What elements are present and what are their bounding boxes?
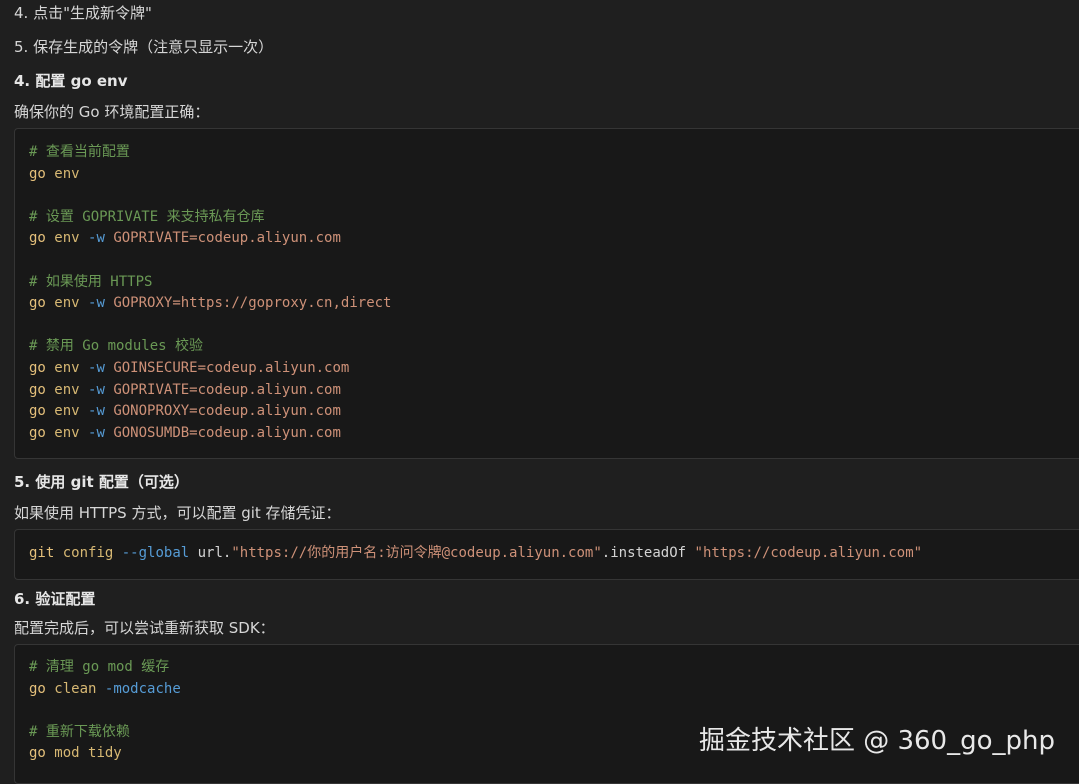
code-command: go env -w GOINSECURE=codeup.aliyun.com <box>29 358 349 379</box>
code-block-verify[interactable]: # 清理 go mod 缓存 go clean -modcache # 重新下载依赖… <box>14 644 1079 784</box>
code-command: go env -w GOPRIVATE=codeup.aliyun.com <box>29 228 341 249</box>
code-comment-text: # 重新下载依赖 <box>29 723 130 740</box>
code-keyword: go <box>29 230 46 247</box>
code-flag: -modcache <box>104 680 181 697</box>
code-subcommand: mod tidy <box>54 745 122 762</box>
heading-git-config: 5. 使用 git 配置（可选） <box>14 473 189 491</box>
watermark: 掘金技术社区 @ 360_go_php <box>698 726 1055 756</box>
code-comment: # 禁用 Go modules 校验 <box>29 336 203 357</box>
step-click-generate-token: 4. 点击"生成新令牌" <box>14 4 152 22</box>
intro-go-env: 确保你的 Go 环境配置正确： <box>14 103 210 121</box>
code-block-git-config[interactable]: git config --global url."https://你的用户名:访… <box>14 529 1079 580</box>
intro-git-config: 如果使用 HTTPS 方式，可以配置 git 存储凭证： <box>14 504 341 522</box>
code-command: go clean -modcache <box>29 679 181 700</box>
code-subcommand: env <box>54 360 80 376</box>
code-keyword: go <box>29 745 46 762</box>
code-argument: GOPROXY=https://goproxy.cn,direct <box>113 295 392 312</box>
code-keyword: go <box>29 165 46 182</box>
code-comment-text: # 清理 go mod 缓存 <box>29 659 170 675</box>
code-subcommand: env <box>54 165 80 182</box>
heading-verify-config: 6. 验证配置 <box>14 590 96 608</box>
code-comment: # 查看当前配置 <box>29 142 130 163</box>
code-subcommand: env <box>54 230 80 247</box>
code-keyword: go <box>29 680 46 697</box>
code-flag: --global <box>121 545 190 561</box>
code-argument: GOINSECURE=codeup.aliyun.com <box>113 360 350 376</box>
code-flag: -w <box>88 424 105 441</box>
code-line-git-config: git config --global url."https://你的用户名:访… <box>29 543 922 564</box>
code-command: go env -w GONOPROXY=codeup.aliyun.com <box>29 401 341 422</box>
code-flag: -w <box>88 381 105 398</box>
code-command: go env -w GOPROXY=https://goproxy.cn,dir… <box>29 293 391 314</box>
code-command: go mod tidy <box>29 743 122 764</box>
code-argument: GONOPROXY=codeup.aliyun.com <box>113 403 341 420</box>
code-plain: url. <box>197 545 232 561</box>
code-argument: GONOSUMDB=codeup.aliyun.com <box>113 424 341 441</box>
intro-verify-config: 配置完成后，可以尝试重新获取 SDK： <box>14 619 275 637</box>
code-subcommand: env <box>54 424 80 441</box>
code-subcommand: config <box>62 545 114 561</box>
code-keyword: go <box>29 424 46 441</box>
code-keyword: git <box>29 545 55 561</box>
code-comment: # 如果使用 HTTPS <box>29 272 152 293</box>
code-keyword: go <box>29 381 46 398</box>
code-flag: -w <box>88 230 105 247</box>
code-comment-text: # 禁用 Go modules 校验 <box>29 338 204 355</box>
code-string: "https://你的用户名:访问令牌@codeup.aliyun.com" <box>231 545 602 561</box>
code-subcommand: env <box>54 403 80 420</box>
code-argument: GOPRIVATE=codeup.aliyun.com <box>113 230 341 247</box>
code-comment-text: # 设置 GOPRIVATE 来支持私有仓库 <box>29 208 265 225</box>
code-subcommand: env <box>54 295 80 312</box>
code-flag: -w <box>88 360 105 376</box>
code-comment: # 清理 go mod 缓存 <box>29 657 169 678</box>
code-subcommand: env <box>54 381 80 398</box>
heading-configure-go-env: 4. 配置 go env <box>14 72 128 90</box>
step-save-token: 5. 保存生成的令牌（注意只显示一次） <box>14 38 274 56</box>
code-string: "https://codeup.aliyun.com" <box>694 545 923 561</box>
code-comment: # 设置 GOPRIVATE 来支持私有仓库 <box>29 207 265 228</box>
code-keyword: go <box>29 403 46 420</box>
code-command: go env -w GOPRIVATE=codeup.aliyun.com <box>29 380 341 401</box>
code-subcommand: clean <box>54 680 97 697</box>
code-flag: -w <box>88 295 105 312</box>
code-keyword: go <box>29 360 46 376</box>
code-flag: -w <box>88 403 105 420</box>
code-plain: .insteadOf <box>601 545 687 561</box>
code-command: go env -w GONOSUMDB=codeup.aliyun.com <box>29 423 341 444</box>
code-block-go-env[interactable]: # 查看当前配置 go env # 设置 GOPRIVATE 来支持私有仓库 go e… <box>14 128 1079 459</box>
code-comment-text: # 查看当前配置 <box>29 144 130 160</box>
code-keyword: go <box>29 295 46 312</box>
code-argument: GOPRIVATE=codeup.aliyun.com <box>113 381 341 398</box>
code-comment-text: # 如果使用 HTTPS <box>29 273 153 290</box>
code-comment: # 重新下载依赖 <box>29 722 130 743</box>
code-command: go env <box>29 164 80 185</box>
